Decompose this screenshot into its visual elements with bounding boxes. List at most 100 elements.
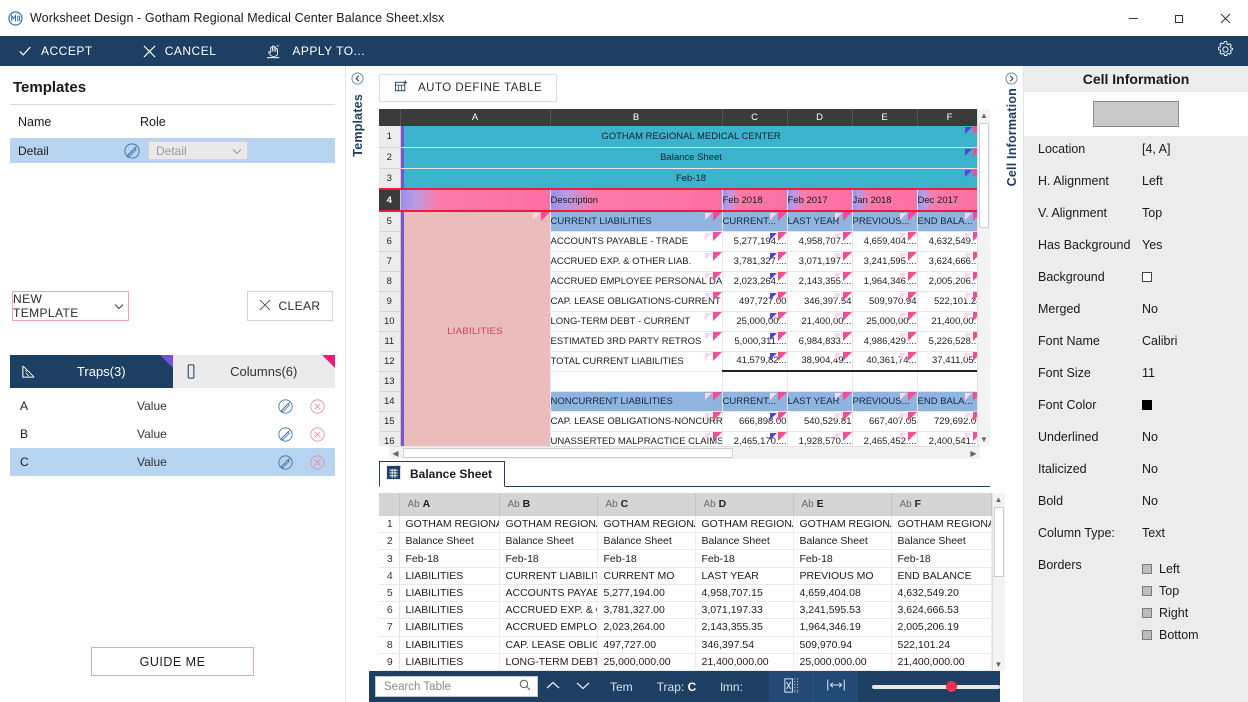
row-header[interactable]: 13 [379,371,400,391]
grid-cell-7C[interactable]: 3,781,327.... [722,251,787,271]
preview-cell[interactable]: GOTHAM REGIONAL... [597,516,695,533]
preview-cell[interactable]: 4,659,404.08 [793,584,891,601]
grid-cell-9C[interactable]: 497,727.00 [722,291,787,311]
grid-cell-11E[interactable]: 4,986,429.... [852,331,917,351]
grid-cell-5D[interactable]: LAST YEAR [787,211,852,231]
scroll-down-icon[interactable]: ▼ [993,658,1005,671]
row-header[interactable]: 7 [379,251,400,271]
grid-cell-8E[interactable]: 1,964,346.... [852,271,917,291]
grid-cell-6B[interactable]: ACCOUNTS PAYABLE - TRADE [550,231,722,251]
row-header[interactable]: 2 [379,147,400,168]
grid-cell-11D[interactable]: 6,984,833.... [787,331,852,351]
preview-cell[interactable]: 2,143,355.35 [695,619,793,636]
trap-row-b[interactable]: B Value [10,420,335,448]
grid-cell-13C[interactable] [722,371,787,391]
preview-cell[interactable]: END BALANCE [891,567,991,584]
grid-horizontal-scrollbar[interactable]: ◀ ▶ [389,446,980,459]
grid-cell-16D[interactable]: 1,928,570.... [787,431,852,446]
preview-cell[interactable]: 346,397.54 [695,636,793,653]
preview-cell[interactable]: 4,632,549.20 [891,584,991,601]
preview-cell[interactable]: LIABILITIES [399,653,499,670]
grid-col-B[interactable]: B [550,109,722,126]
grid-cell-14B[interactable]: NONCURRENT LIABILITIES [550,391,722,411]
grid-cell-15D[interactable]: 540,529.81 [787,411,852,431]
grid-cell-15F[interactable]: 729,692.09 [917,411,977,431]
accept-button[interactable]: ACCEPT [14,36,109,66]
scroll-thumb[interactable] [994,507,1004,577]
preview-row[interactable]: 1 GOTHAM REGIONAL... GOTHAM REGIONAL... … [379,516,991,533]
row-header[interactable]: 5 [379,211,400,231]
preview-cell[interactable]: Feb-18 [399,550,499,567]
grid-cell-8D[interactable]: 2,143,355.... [787,271,852,291]
preview-cell[interactable]: 25,000,000.00 [597,653,695,670]
preview-row[interactable]: 2 Balance Sheet Balance Sheet Balance Sh… [379,533,991,550]
grid-cell-11C[interactable]: 5,000,311.... [722,331,787,351]
preview-cell[interactable]: Balance Sheet [891,533,991,550]
role-dropdown[interactable]: Detail [148,141,248,160]
preview-cell[interactable]: LONG-TERM DEBT -... [499,653,597,670]
grid-cell-7F[interactable]: 3,624,666.... [917,251,977,271]
grid-cell-12C[interactable]: 41,579,82... [722,351,787,371]
grid-cell-4F[interactable]: Dec 2017 [917,189,977,211]
search-prev-button[interactable] [538,680,568,694]
scroll-up-icon[interactable]: ▲ [978,109,990,122]
preview-cell[interactable]: 2,023,264.00 [597,619,695,636]
merged-title-cell[interactable]: GOTHAM REGIONAL MEDICAL CENTER [400,126,977,147]
preview-cell[interactable]: Feb-18 [695,550,793,567]
grid-cell-12F[interactable]: 37,411,05... [917,351,977,371]
search-input[interactable]: Search Table [375,676,538,697]
row-header[interactable]: 10 [379,311,400,331]
scroll-right-icon[interactable]: ▶ [967,447,980,459]
grid-cell-15E[interactable]: 667,407.05 [852,411,917,431]
grid-cell-15B[interactable]: CAP. LEASE OBLIGATIONS-NONCURR [550,411,722,431]
preview-cell[interactable]: 5,277,194.00 [597,584,695,601]
delete-circle-icon[interactable] [301,427,333,442]
table-row[interactable]: 1 GOTHAM REGIONAL MEDICAL CENTER [379,126,977,147]
preview-cell[interactable]: ACCOUNTS PAYABLE... [499,584,597,601]
preview-col-F[interactable]: Ab F [891,493,991,516]
preview-col-B[interactable]: Ab B [499,493,597,516]
grid-cell-13F[interactable] [917,371,977,391]
grid-col-C[interactable]: C [722,109,787,126]
grid-cell-4E[interactable]: Jan 2018 [852,189,917,211]
grid-cell-10D[interactable]: 21,400,00... [787,311,852,331]
grid-cell-8B[interactable]: ACCRUED EMPLOYEE PERSONAL DAYS [550,271,722,291]
grid-cell-14F[interactable]: END BALA... [917,391,977,411]
preview-cell[interactable]: LIABILITIES [399,636,499,653]
scroll-thumb[interactable] [979,123,989,228]
preview-cell[interactable]: Balance Sheet [499,533,597,550]
preview-cell[interactable]: ACCRUED EMPLOYEE... [499,619,597,636]
grid-cell-12E[interactable]: 40,361,74... [852,351,917,371]
grid-cell-6D[interactable]: 4,958,707.... [787,231,852,251]
grid-col-A[interactable]: A [400,109,550,126]
grid-cell-6C[interactable]: 5,277,194.... [722,231,787,251]
grid-cell-16C[interactable]: 2,465,170.... [722,431,787,446]
preview-cell[interactable]: 3,241,595.53 [793,602,891,619]
grid-cell-10E[interactable]: 25,000,00... [852,311,917,331]
preview-cell[interactable]: 3,624,666.53 [891,602,991,619]
grid-cell-13B[interactable] [550,371,722,391]
sheet-tab-balance-sheet[interactable]: Balance Sheet [379,461,505,487]
grid-cell-14C[interactable]: CURRENT... [722,391,787,411]
merged-title-cell[interactable]: Feb-18 [400,168,977,189]
delete-circle-icon[interactable] [301,399,333,414]
edit-pencil-icon[interactable] [269,455,301,470]
preview-cell[interactable]: LAST YEAR [695,567,793,584]
preview-cell[interactable]: Balance Sheet [597,533,695,550]
template-row-detail[interactable]: Detail Detail [10,138,335,163]
table-row[interactable]: 3 Feb-18 [379,168,977,189]
preview-cell[interactable]: Feb-18 [597,550,695,567]
table-row[interactable]: 2 Balance Sheet [379,147,977,168]
grid-cell-5E[interactable]: PREVIOUS... [852,211,917,231]
tab-columns[interactable]: Columns(6) [173,355,336,388]
grid-cell-10B[interactable]: LONG-TERM DEBT - CURRENT [550,311,722,331]
preview-cell[interactable]: GOTHAM REGIONAL... [399,516,499,533]
restore-icon[interactable] [1156,2,1202,34]
grid-vertical-scrollbar[interactable]: ▲ ▼ [977,109,990,446]
scroll-thumb[interactable] [403,448,733,458]
preview-cell[interactable]: 3,781,327.00 [597,602,695,619]
row-header[interactable]: 1 [379,126,400,147]
preview-row[interactable]: 4 LIABILITIES CURRENT LIABILITIES CURREN… [379,567,991,584]
grid-cell-9D[interactable]: 346,397.54 [787,291,852,311]
grid-cell-10F[interactable]: 21,400,00... [917,311,977,331]
